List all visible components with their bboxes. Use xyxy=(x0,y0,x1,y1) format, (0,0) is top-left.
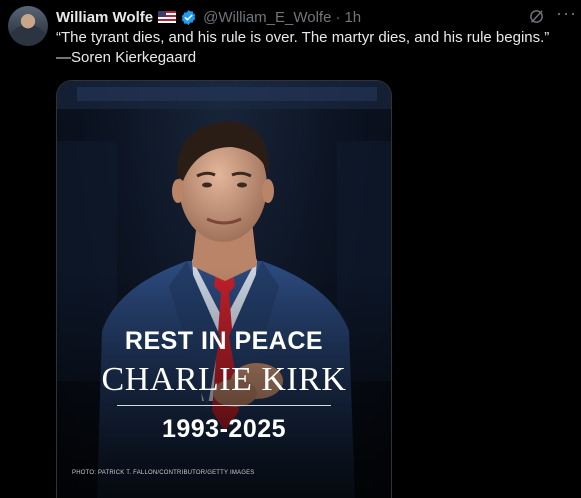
us-flag-icon xyxy=(158,11,177,23)
separator-dot: · xyxy=(335,8,341,26)
more-options-icon[interactable]: ··· xyxy=(556,4,576,26)
avatar[interactable] xyxy=(8,6,48,46)
post-time[interactable]: 1h xyxy=(344,9,361,26)
divider xyxy=(117,405,331,406)
memorial-years: 1993-2025 xyxy=(161,415,287,443)
media-overlay: REST IN PEACE CHARLIE KIRK 1993-2025 PHO… xyxy=(57,81,391,498)
photo-credit: PHOTO: PATRICK T. FALLON/CONTRIBUTOR/GET… xyxy=(72,470,255,476)
memorial-name: CHARLIE KIRK xyxy=(101,361,347,398)
post-text-line: —Soren Kierkegaard xyxy=(56,49,197,66)
post-header: William Wolfe @William_E_Wolfe · 1h xyxy=(56,7,361,27)
verified-badge-icon xyxy=(181,9,196,25)
post-media-image[interactable]: REST IN PEACE CHARLIE KIRK 1993-2025 PHO… xyxy=(56,80,392,498)
grok-icon[interactable] xyxy=(528,8,545,25)
author-handle[interactable]: @William_E_Wolfe xyxy=(203,9,331,26)
memorial-headline: REST IN PEACE xyxy=(124,327,324,355)
author-name[interactable]: William Wolfe xyxy=(56,9,153,26)
post-text-line: “The tyrant dies, and his rule is over. … xyxy=(56,29,550,46)
post-text: “The tyrant dies, and his rule is over. … xyxy=(56,28,571,68)
